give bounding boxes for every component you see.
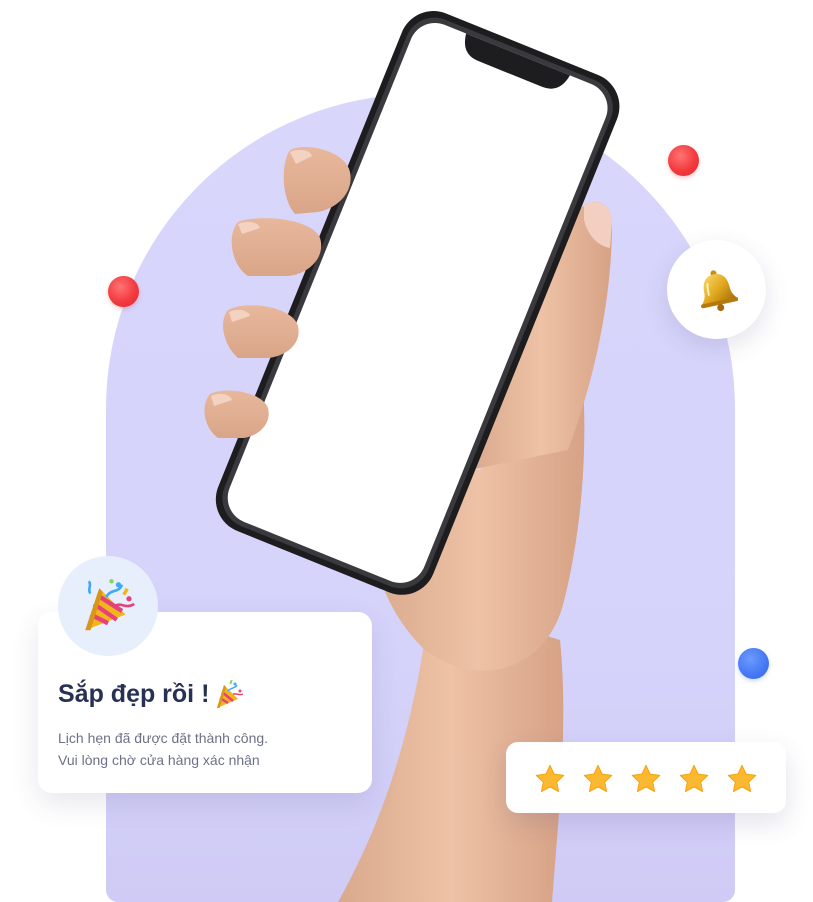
- party-popper-icon: [85, 579, 135, 631]
- rating-card: [506, 742, 786, 813]
- party-popper-icon: [217, 679, 244, 708]
- star-icon: [583, 764, 613, 793]
- celebration-badge: [58, 556, 158, 656]
- success-message-line-2: Vui lòng chờ cửa hàng xác nhận: [58, 752, 260, 768]
- bell-icon: [701, 270, 738, 312]
- success-title-text: Sắp đẹp rồi !: [58, 679, 210, 708]
- star-icon: [631, 764, 661, 793]
- success-message-line-1: Lịch hẹn đã được đặt thành công.: [58, 730, 269, 746]
- success-title: Sắp đẹp rồi !: [58, 678, 245, 710]
- star-icon: [727, 764, 757, 793]
- star-icon: [535, 764, 565, 793]
- star-icon: [679, 764, 709, 793]
- notification-badge: [667, 240, 766, 339]
